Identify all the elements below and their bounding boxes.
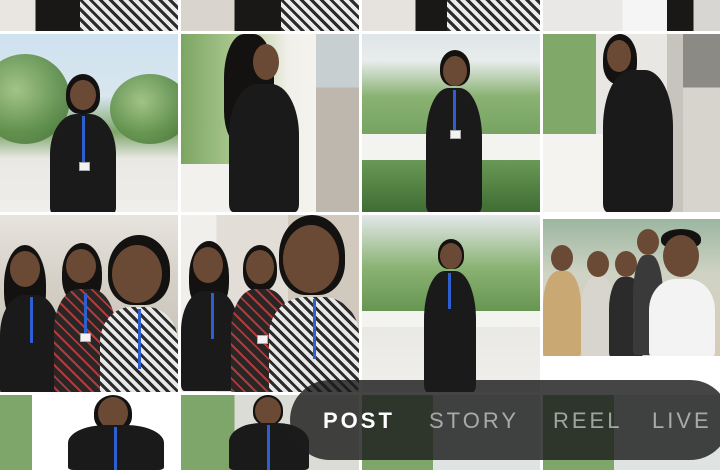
gallery-thumbnail[interactable]: [0, 0, 178, 31]
gallery-thumbnail[interactable]: [181, 215, 359, 392]
gallery-thumbnail[interactable]: [362, 34, 540, 212]
gallery-thumbnail[interactable]: [543, 215, 720, 392]
gallery-thumbnail[interactable]: [0, 395, 178, 470]
gallery-thumbnail[interactable]: [181, 34, 359, 212]
mode-story-tab[interactable]: STORY: [429, 408, 519, 434]
mode-reel-tab[interactable]: REEL: [553, 408, 622, 434]
gallery-thumbnail[interactable]: [181, 0, 359, 31]
gallery-thumbnail[interactable]: [543, 0, 720, 31]
mode-post-tab[interactable]: POST: [323, 408, 395, 434]
gallery-thumbnail[interactable]: [0, 215, 178, 392]
gallery-thumbnail[interactable]: [543, 34, 720, 212]
gallery-thumbnail[interactable]: [362, 0, 540, 31]
gallery-thumbnail[interactable]: [362, 215, 540, 392]
gallery-thumbnail[interactable]: [0, 34, 178, 212]
mode-live-tab[interactable]: LIVE: [652, 408, 712, 434]
